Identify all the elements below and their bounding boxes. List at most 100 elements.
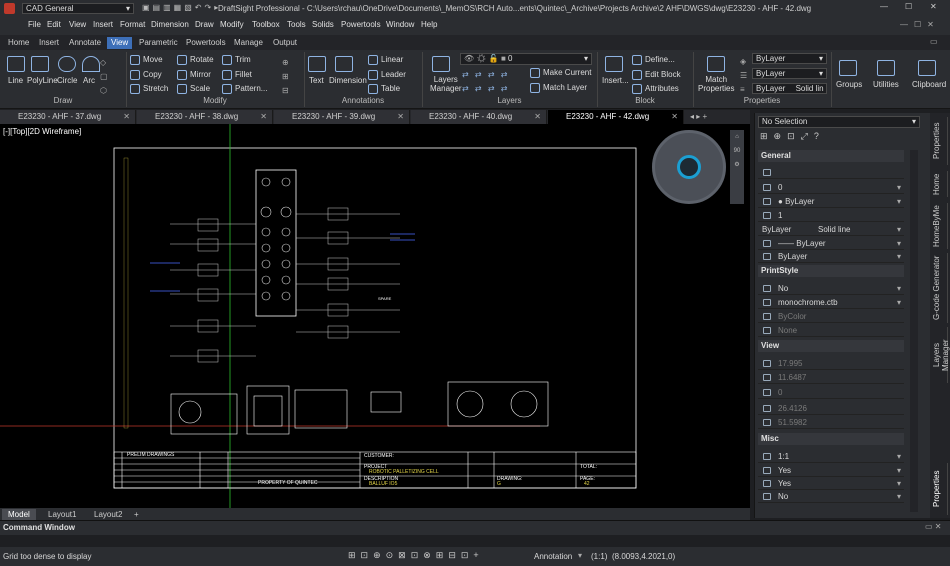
line-button[interactable]: Line — [8, 76, 23, 85]
quick-access-toolbar[interactable]: ▣▤▥▦▧↶↷▸ — [142, 3, 221, 12]
match-layer-button[interactable]: Match Layer — [530, 83, 587, 93]
tab-output[interactable]: Output — [269, 37, 301, 49]
prop-view-1[interactable]: 17.995 — [758, 357, 904, 370]
tab-layout2[interactable]: Layout2 — [88, 509, 128, 520]
prop-ps-none[interactable]: None — [758, 324, 904, 337]
tab-nav-icons[interactable]: ◂ ▸ + — [690, 112, 707, 121]
tab-parametric[interactable]: Parametric — [135, 37, 182, 49]
layers-manager-button[interactable]: Layers Manager — [430, 75, 462, 93]
command-input[interactable] — [0, 535, 950, 547]
tab-model[interactable]: Model — [2, 509, 36, 520]
polyline-button[interactable]: PolyLine — [27, 76, 58, 85]
clipboard-button[interactable]: Clipboard — [912, 80, 946, 89]
chevron-down-icon[interactable]: ▾ — [578, 551, 582, 560]
dimension-button[interactable]: Dimension — [329, 76, 367, 85]
mdi-controls[interactable]: —☐✕ — [900, 20, 940, 29]
side-tab-gcode[interactable]: G-code Generator — [932, 253, 948, 323]
menu-help[interactable]: Help — [421, 20, 437, 29]
tab-manage[interactable]: Manage — [230, 37, 267, 49]
doc-tab-39[interactable]: E23230 - AHF - 39.dwg ✕ — [274, 110, 410, 124]
menu-toolbox[interactable]: Toolbox — [252, 20, 280, 29]
menu-view[interactable]: View — [69, 20, 86, 29]
mirror-button[interactable]: Mirror — [177, 70, 211, 80]
pattern-button[interactable]: Pattern... — [222, 84, 267, 94]
side-tab-home[interactable]: Home — [932, 171, 948, 197]
section-printstyle[interactable]: PrintStyle — [758, 265, 904, 277]
fillet-button[interactable]: Fillet — [222, 70, 252, 80]
prop-misc-3[interactable]: Yes ▾ — [758, 477, 904, 490]
view-cube-inner[interactable] — [677, 155, 701, 179]
prop-view-4[interactable]: 26.4126 — [758, 402, 904, 415]
viewcube-angle[interactable]: 90 — [734, 148, 741, 154]
prop-ps-table[interactable]: monochrome.ctb ▾ — [758, 296, 904, 309]
drawing-canvas[interactable]: [-][Top][2D Wireframe] PRELIM DRAWINGS P… — [0, 124, 750, 508]
linear-button[interactable]: Linear — [368, 55, 403, 65]
annotation-toggle[interactable]: Annotation — [534, 552, 572, 561]
home-view-icon[interactable]: ⌂ — [735, 134, 739, 140]
table-button[interactable]: Table — [368, 84, 400, 94]
prop-ps-on[interactable]: No ▾ — [758, 282, 904, 295]
doc-tab-38[interactable]: E23230 - AHF - 38.dwg ✕ — [137, 110, 273, 124]
side-tab-layers[interactable]: Layers Manager — [932, 327, 950, 383]
add-layout-button[interactable]: + — [128, 509, 145, 520]
insert-block-button[interactable]: Insert... — [602, 76, 629, 85]
scale-status[interactable]: (1:1) — [591, 552, 607, 561]
attributes-button[interactable]: Attributes — [632, 84, 679, 94]
color-select[interactable]: ByLayer ▾ — [752, 53, 827, 64]
prop-scale[interactable]: 1 — [758, 209, 904, 222]
prop-misc-1[interactable]: 1:1 ▾ — [758, 450, 904, 463]
tab-annotate[interactable]: Annotate — [65, 37, 105, 49]
menu-format[interactable]: Format — [120, 20, 145, 29]
section-general[interactable]: General — [758, 150, 904, 162]
rotate-button[interactable]: Rotate — [177, 55, 214, 65]
menu-tools[interactable]: Tools — [287, 20, 306, 29]
snap-toggle-icons[interactable]: ⊞⊡⊕⊙⊠⊡⊗⊞⊟⊡+ — [348, 550, 484, 561]
menu-powertools[interactable]: Powertools — [341, 20, 381, 29]
modify-more-icons[interactable]: ⊕ ⊞ ⊟ — [282, 56, 289, 98]
prop-lineweight[interactable]: —— ByLayer ▾ — [758, 237, 904, 250]
ribbon-options-icon[interactable]: ▭ — [930, 37, 938, 46]
copy-button[interactable]: Copy — [130, 70, 162, 80]
match-properties-button[interactable]: Match Properties — [698, 75, 734, 93]
menu-insert[interactable]: Insert — [93, 20, 113, 29]
menu-file[interactable]: File — [28, 20, 41, 29]
utilities-button[interactable]: Utilities — [873, 80, 899, 89]
prop-ps-style[interactable]: ByColor — [758, 310, 904, 323]
close-icon[interactable]: ✕ — [123, 110, 130, 124]
close-icon[interactable]: ✕ — [671, 110, 678, 124]
maximize-button[interactable]: ☐ — [905, 2, 912, 11]
move-button[interactable]: Move — [130, 55, 163, 65]
prop-view-5[interactable]: 51.5982 — [758, 416, 904, 429]
section-misc[interactable]: Misc — [758, 433, 904, 445]
workspace-select[interactable]: CAD General ▾ — [22, 3, 134, 14]
trim-button[interactable]: Trim — [222, 55, 251, 65]
tab-insert[interactable]: Insert — [35, 37, 63, 49]
stretch-button[interactable]: Stretch — [130, 84, 168, 94]
doc-tab-42[interactable]: E23230 - AHF - 42.dwg ✕ — [548, 110, 684, 124]
side-tab-properties-2[interactable]: Properties — [932, 463, 948, 515]
define-block-button[interactable]: Define... — [632, 55, 675, 65]
lineweight-select[interactable]: ByLayer Solid lin — [752, 83, 827, 94]
draw-more-icons[interactable]: ◇ ▢ ⬡ — [100, 56, 108, 98]
menu-draw[interactable]: Draw — [195, 20, 214, 29]
minimize-button[interactable]: — — [880, 2, 888, 11]
side-tab-homebyme[interactable]: HomeByMe — [932, 203, 948, 249]
close-button[interactable]: ✕ — [930, 2, 937, 11]
side-tab-properties[interactable]: Properties — [932, 117, 948, 165]
make-current-button[interactable]: Make Current — [530, 68, 591, 78]
settings-icon[interactable]: ⚙ — [734, 162, 739, 168]
layer-select[interactable]: 👁 ☀ 🔓 ■ 0 ▾ — [460, 53, 592, 65]
leader-button[interactable]: Leader — [368, 70, 406, 80]
tab-layout1[interactable]: Layout1 — [42, 509, 82, 520]
doc-tab-37[interactable]: E23230 - AHF - 37.dwg ✕ — [0, 110, 136, 124]
menu-edit[interactable]: Edit — [47, 20, 61, 29]
selection-tool-icons[interactable]: ⊞⊕⊡⤢? — [760, 131, 825, 142]
close-icon[interactable]: ✕ — [534, 110, 541, 124]
prop-row[interactable] — [758, 166, 904, 179]
text-button[interactable]: Text — [309, 76, 324, 85]
close-icon[interactable]: ✕ — [260, 110, 267, 124]
prop-view-2[interactable]: 11.6487 — [758, 371, 904, 384]
section-view[interactable]: View — [758, 340, 904, 352]
prop-misc-2[interactable]: Yes ▾ — [758, 464, 904, 477]
menu-modify[interactable]: Modify — [220, 20, 244, 29]
